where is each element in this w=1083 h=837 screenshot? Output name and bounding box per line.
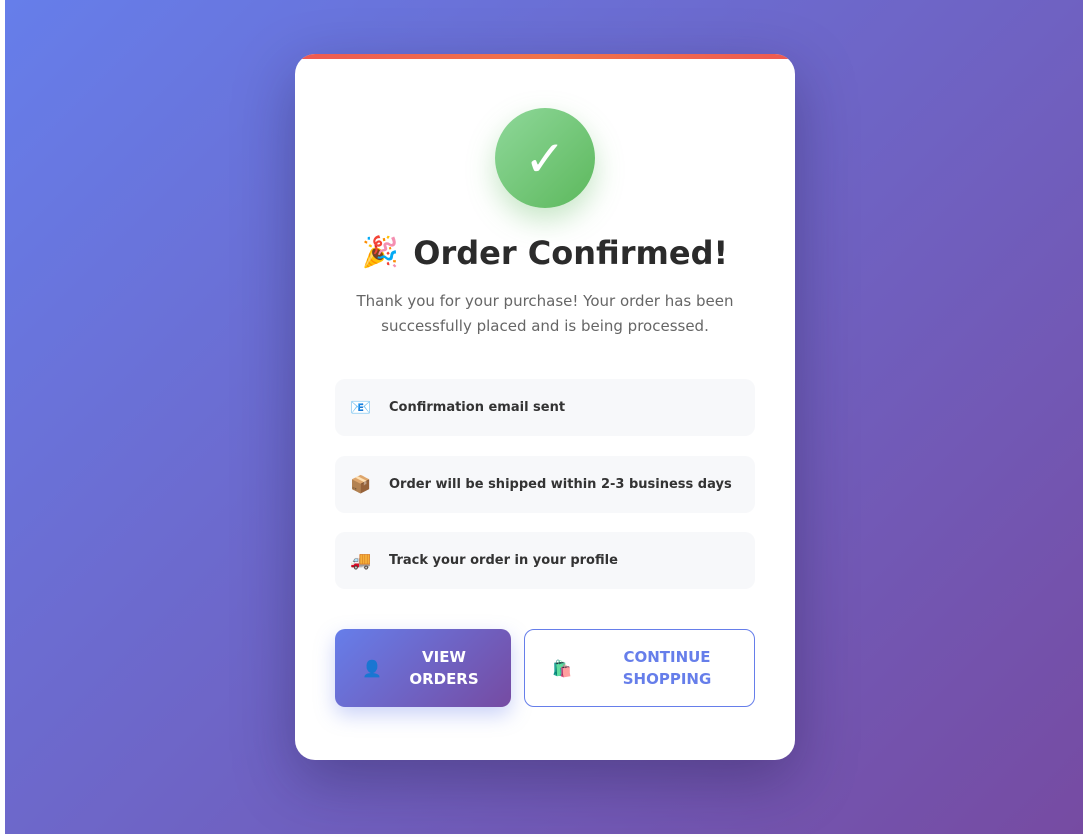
info-item-text: Track your order in your profile [389,553,618,568]
user-icon: 👤 [362,658,382,678]
truck-icon: 🚚 [350,550,372,571]
view-orders-button[interactable]: 👤 VIEW ORDERS [335,629,511,707]
info-item-text: Confirmation email sent [389,400,566,415]
email-icon: 📧 [350,397,372,418]
package-icon: 📦 [350,474,372,495]
success-check-circle: ✓ [495,108,595,208]
confirmation-message: Thank you for your purchase! Your order … [356,292,734,335]
page-title: Order Confirmed! [413,234,729,272]
title-row: 🎉 Order Confirmed! [295,234,795,272]
shopping-bag-icon: 🛍️ [552,658,572,678]
continue-shopping-label: CONTINUE SHOPPING [622,648,712,688]
info-item-tracking: 🚚 Track your order in your profile [335,532,755,589]
info-item-text: Order will be shipped within 2-3 busines… [389,477,732,492]
info-item-shipping: 📦 Order will be shipped within 2-3 busin… [335,456,755,513]
checkmark-icon: ✓ [524,130,566,188]
continue-shopping-button[interactable]: 🛍️ CONTINUE SHOPPING [524,629,755,707]
info-item-email: 📧 Confirmation email sent [335,379,755,436]
card-accent-bar [295,54,795,59]
party-popper-icon: 🎉 [361,235,400,270]
order-confirmation-card: ✓ 🎉 Order Confirmed! Thank you for your … [295,54,795,760]
view-orders-label: VIEW ORDERS [409,648,479,688]
